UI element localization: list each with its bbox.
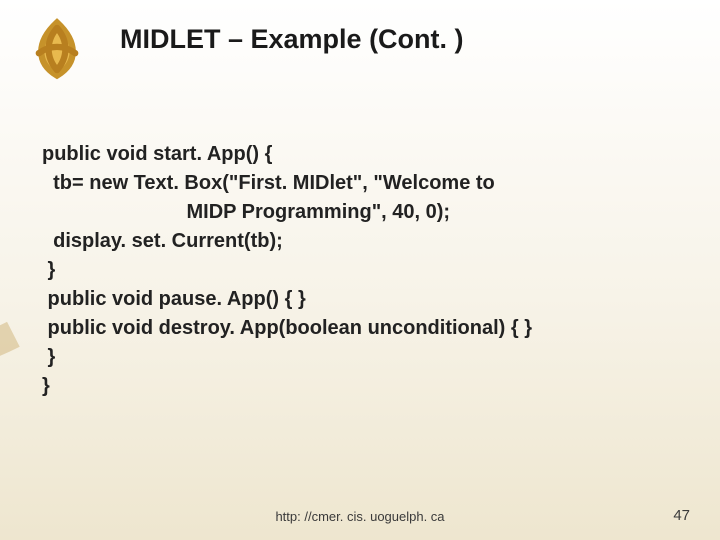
code-block: public void start. App() { tb= new Text.…: [42, 140, 662, 401]
code-line: public void pause. App() { }: [42, 285, 662, 314]
slide: MIDLET – Example (Cont. ) public void st…: [0, 0, 720, 540]
slide-title: MIDLET – Example (Cont. ): [120, 24, 464, 55]
code-line: public void start. App() {: [42, 140, 662, 169]
page-number: 47: [673, 507, 690, 524]
code-line: }: [42, 256, 662, 285]
code-line: MIDP Programming", 40, 0);: [42, 198, 662, 227]
trinity-knot-logo-icon: [22, 14, 92, 84]
footer-url: http: //cmer. cis. uoguelph. ca: [0, 509, 720, 524]
code-line: }: [42, 372, 662, 401]
code-line: display. set. Current(tb);: [42, 227, 662, 256]
code-line: }: [42, 343, 662, 372]
code-line: tb= new Text. Box("First. MIDlet", "Welc…: [42, 169, 662, 198]
code-line: public void destroy. App(boolean uncondi…: [42, 314, 662, 343]
